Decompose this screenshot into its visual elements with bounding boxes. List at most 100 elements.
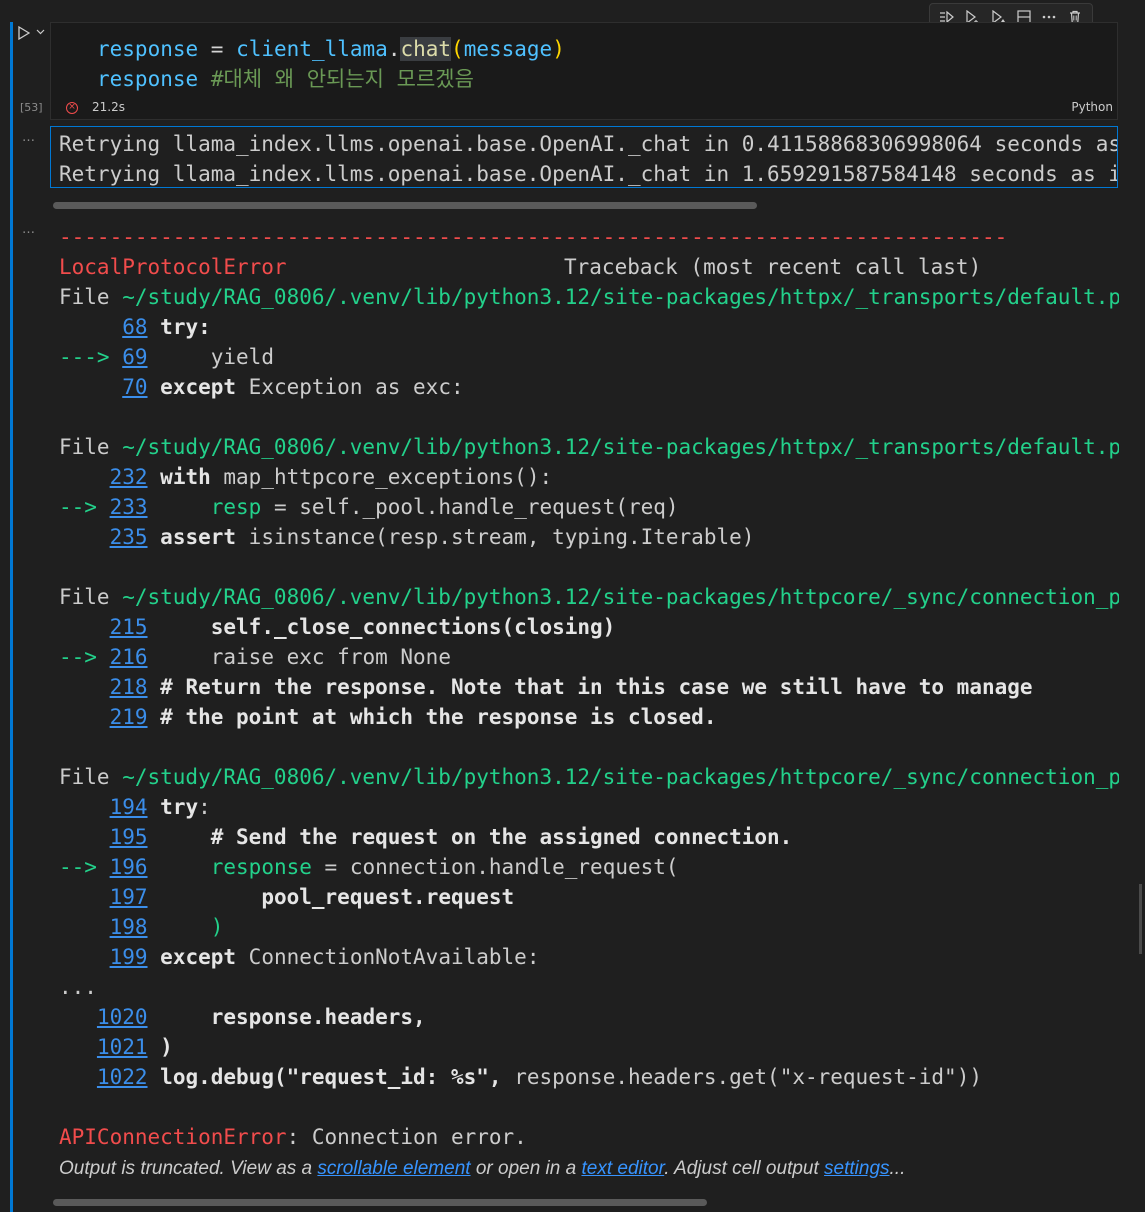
error-name: LocalProtocolError: [59, 255, 287, 279]
code-token: ): [160, 915, 224, 939]
final-error-name: APIConnectionError: [59, 1125, 287, 1149]
cell-focus-indicator: [10, 22, 13, 1212]
line-number-link[interactable]: 198: [110, 915, 148, 939]
output-menu-icon[interactable]: …: [22, 222, 35, 237]
file-label: File: [59, 765, 123, 789]
scrollable-element-link[interactable]: scrollable element: [317, 1158, 470, 1179]
code-token: self._close_connections(closing): [160, 615, 616, 639]
file-path-link[interactable]: ~/study/RAG_0806/.venv/lib/python3.12/si…: [122, 435, 1119, 459]
text-editor-link[interactable]: text editor: [581, 1158, 664, 1179]
line-number-link[interactable]: 199: [110, 945, 148, 969]
execution-count: [53]: [20, 101, 43, 114]
code-token: response: [210, 855, 312, 879]
line-number-link[interactable]: 235: [110, 525, 148, 549]
code-line-2: response #대체 왜 안되는지 모르겠음: [97, 67, 474, 91]
file-path-link[interactable]: ~/study/RAG_0806/.venv/lib/python3.12/si…: [122, 585, 1119, 609]
file-label: File: [59, 435, 123, 459]
traceback-code-line: 195 # Send the request on the assigned c…: [59, 822, 793, 852]
chevron-down-icon[interactable]: [36, 27, 45, 38]
horizontal-scrollbar[interactable]: [53, 202, 757, 209]
line-number-link[interactable]: 233: [110, 495, 148, 519]
line-number-link[interactable]: 1021: [97, 1035, 148, 1059]
stream-line-1: Retrying llama_index.llms.openai.base.Op…: [59, 132, 1118, 156]
code-token: .headers,: [311, 1005, 426, 1029]
line-number-link[interactable]: 218: [110, 675, 148, 699]
final-error-message: : Connection error.: [286, 1125, 527, 1149]
truncation-notice: Output is truncated. View as a scrollabl…: [59, 1158, 906, 1179]
traceback-header-right: Traceback (most recent call last): [564, 255, 982, 279]
output-menu-icon[interactable]: …: [22, 130, 35, 145]
line-number-link[interactable]: 70: [122, 375, 147, 399]
code-token: isinstance(resp.stream, typing.Iterable): [236, 525, 755, 549]
stream-output[interactable]: Retrying llama_index.llms.openai.base.Op…: [50, 126, 1118, 188]
line-number-link[interactable]: 197: [110, 885, 148, 909]
traceback-code-line: 219 # the point at which the response is…: [59, 702, 717, 732]
traceback-separator: ----------------------------------------…: [59, 225, 1008, 249]
line-number-link[interactable]: 216: [110, 645, 148, 669]
code-token: :: [198, 795, 211, 819]
vertical-scrollbar[interactable]: [1139, 884, 1142, 954]
settings-link[interactable]: settings: [824, 1158, 889, 1179]
traceback-code-line: 68 try:: [59, 312, 211, 342]
run-cell-icon[interactable]: [18, 25, 31, 44]
traceback-code-line: 194 try:: [59, 792, 211, 822]
final-error-line: APIConnectionError: Connection error.: [59, 1122, 527, 1152]
code-cell-editor[interactable]: response = client_llama.chat(message) re…: [50, 22, 1118, 120]
horizontal-scrollbar[interactable]: [53, 1199, 707, 1206]
file-path-link[interactable]: ~/study/RAG_0806/.venv/lib/python3.12/si…: [122, 285, 1119, 309]
traceback-code-line: 215 self._close_connections(closing): [59, 612, 616, 642]
traceback-output: ----------------------------------------…: [59, 222, 1119, 1172]
code-token: response.headers.get("x-request-id")): [514, 1065, 982, 1089]
line-number-link[interactable]: 219: [110, 705, 148, 729]
file-path-link[interactable]: ~/study/RAG_0806/.venv/lib/python3.12/si…: [122, 765, 1119, 789]
line-number-link[interactable]: 68: [122, 315, 147, 339]
frame-file-line: File ~/study/RAG_0806/.venv/lib/python3.…: [59, 582, 1119, 612]
line-number-link[interactable]: 1020: [97, 1005, 148, 1029]
cell-language[interactable]: Python: [1071, 100, 1113, 114]
code-token: .request: [413, 885, 515, 909]
code-token: yield: [160, 345, 274, 369]
traceback-code-line: 199 except ConnectionNotAvailable:: [59, 942, 540, 972]
line-number-link[interactable]: 232: [110, 465, 148, 489]
code-token: with: [160, 465, 211, 489]
code-token: :: [198, 315, 211, 339]
error-status-icon: ×: [66, 102, 78, 114]
code-token: resp: [210, 495, 262, 519]
frame-file-line: File ~/study/RAG_0806/.venv/lib/python3.…: [59, 282, 1119, 312]
line-number-link[interactable]: 215: [110, 615, 148, 639]
code-token: # the point at which the response is clo…: [160, 705, 717, 729]
code-token: ): [160, 1035, 173, 1059]
code-token: log: [160, 1065, 199, 1089]
current-line-arrow: -->: [59, 855, 110, 879]
traceback-code-line: --> 216 raise exc from None: [59, 642, 451, 672]
line-number-link[interactable]: 1022: [97, 1065, 148, 1089]
traceback-code-line: 1022 log.debug("request_id: %s", respons…: [59, 1062, 982, 1092]
traceback-code-line: --> 233 resp = self._pool.handle_request…: [59, 492, 679, 522]
line-number-link[interactable]: 194: [110, 795, 148, 819]
line-number-link[interactable]: 69: [122, 345, 147, 369]
line-number-link[interactable]: 196: [110, 855, 148, 879]
line-number-link[interactable]: 195: [110, 825, 148, 849]
code-token: except: [160, 945, 237, 969]
current-line-arrow: -->: [59, 645, 110, 669]
